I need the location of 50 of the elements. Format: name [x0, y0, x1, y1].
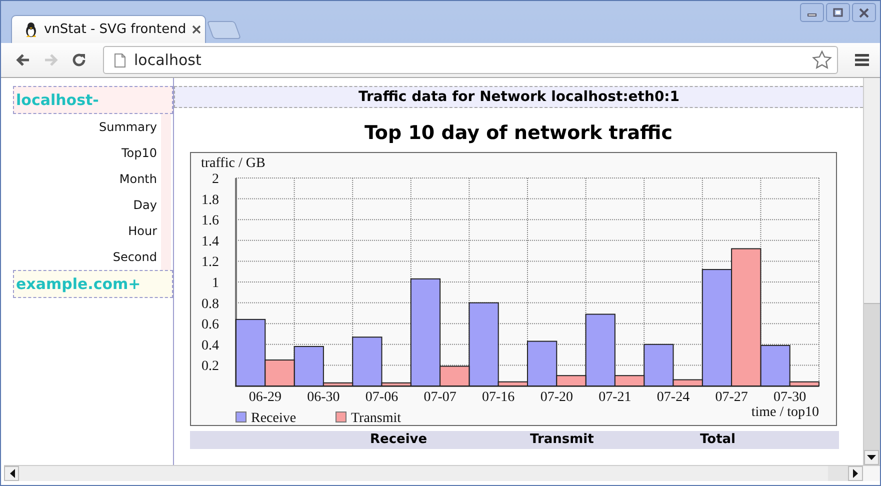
- tick-label: 07-30: [774, 390, 806, 405]
- close-icon[interactable]: [852, 3, 876, 22]
- tick-label: 0.4: [202, 338, 219, 354]
- tick-label: 1.2: [202, 255, 219, 270]
- tick-label: 1.6: [202, 214, 219, 229]
- legend-label: Receive: [251, 411, 296, 425]
- page-header: Traffic data for Network localhost:eth0:1: [174, 86, 863, 108]
- tick-label: 0.6: [202, 318, 219, 333]
- tick-label: 07-21: [598, 390, 632, 405]
- menu-link[interactable]: Summary: [13, 114, 161, 140]
- horizontal-scrollbar[interactable]: [4, 465, 880, 481]
- menu-link[interactable]: Hour: [13, 218, 161, 244]
- tick-label: 1.8: [202, 192, 219, 208]
- legend-swatch: [336, 412, 346, 422]
- tick-label: 07-16: [482, 390, 515, 405]
- column-header: Receive: [370, 431, 428, 449]
- menu-link[interactable]: Month: [13, 166, 161, 192]
- url-text: localhost: [134, 51, 202, 69]
- tick-label: 07-07: [424, 390, 456, 405]
- penguin-icon: [24, 22, 38, 38]
- tick-label: 06-30: [307, 390, 340, 405]
- address-bar[interactable]: localhost: [103, 46, 838, 74]
- menu-link[interactable]: Second: [13, 244, 161, 270]
- chart-title: Top 10 day of network traffic: [364, 122, 674, 144]
- browser-tab[interactable]: vnStat - SVG frontend: [11, 15, 206, 43]
- tick-label: 07-24: [656, 390, 690, 405]
- column-header: Total: [700, 431, 737, 449]
- axis-title: time / top10: [751, 405, 819, 420]
- legend-label: Transmit: [351, 411, 402, 425]
- tick-label: 07-20: [540, 390, 573, 405]
- tick-label: 0.8: [202, 296, 219, 312]
- tick-label: 1.4: [202, 234, 219, 250]
- maximize-icon[interactable]: [826, 3, 850, 22]
- tick-label: 1: [212, 276, 219, 291]
- vertical-scrollbar[interactable]: [863, 78, 880, 465]
- star-icon[interactable]: [811, 49, 833, 71]
- close-icon[interactable]: [192, 25, 202, 34]
- tick-label: 0.2: [202, 359, 219, 374]
- tick-label: 07-27: [715, 390, 748, 405]
- tick-label: 06-29: [248, 390, 282, 405]
- tick-label: 07-06: [365, 390, 398, 405]
- tab-title: vnStat - SVG frontend: [44, 22, 186, 37]
- minimize-icon[interactable]: [800, 3, 824, 22]
- menu-link[interactable]: Top10: [13, 140, 161, 166]
- axis-title: traffic / GB: [201, 156, 266, 171]
- menu-link[interactable]: Day: [13, 192, 161, 218]
- tick-label: 2: [212, 172, 219, 187]
- page-icon: [114, 52, 126, 68]
- column-header: Transmit: [530, 431, 595, 449]
- legend-swatch: [236, 412, 246, 422]
